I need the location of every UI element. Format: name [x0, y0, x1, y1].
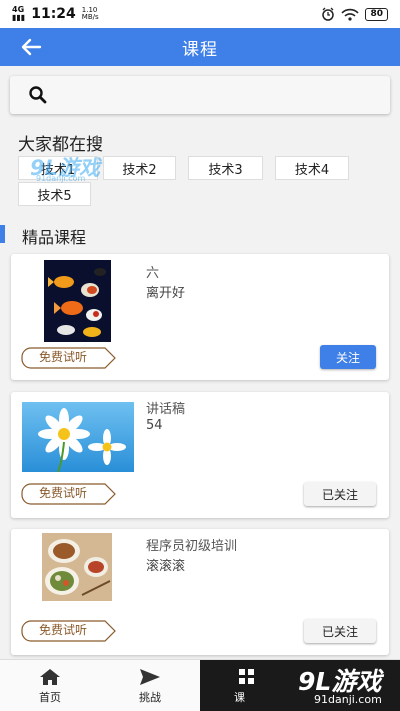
course-subtitle: 滚滚滚: [146, 559, 186, 574]
back-arrow-icon[interactable]: [18, 34, 44, 60]
search-tag[interactable]: 技术3: [188, 156, 263, 180]
nav-item-home[interactable]: 首页: [0, 660, 100, 711]
grid-icon: [239, 668, 254, 684]
signal-indicator: 4G ▮▮▮: [12, 5, 26, 22]
free-trial-label: 免费试听: [38, 623, 87, 637]
battery-indicator: 80: [365, 7, 388, 21]
home-icon: [40, 668, 60, 685]
watermark-logo: 9L游戏 91danji.com: [30, 156, 100, 183]
search-tag[interactable]: 技术4: [275, 156, 349, 180]
status-bar: 4G ▮▮▮ 11:24 1.10 MB/s 80: [0, 0, 400, 28]
free-trial-badge[interactable]: 免费试听: [21, 347, 117, 369]
followed-button[interactable]: 已关注: [304, 619, 376, 643]
search-icon[interactable]: [28, 85, 48, 105]
network-speed: 1.10 MB/s: [81, 6, 99, 21]
free-trial-label: 免费试听: [38, 486, 87, 500]
status-time: 11:24: [31, 6, 76, 22]
send-icon: [140, 668, 160, 685]
nav-label: 挑战: [139, 690, 161, 704]
food-image: [42, 533, 112, 601]
followed-button[interactable]: 已关注: [304, 482, 376, 506]
free-trial-label: 免费试听: [38, 350, 87, 364]
wifi-icon: [341, 8, 360, 21]
nav-label: 课: [234, 690, 245, 704]
nav-item-challenge[interactable]: 挑战: [100, 660, 200, 711]
search-input[interactable]: [58, 87, 358, 103]
section-title: 精品课程: [22, 228, 87, 247]
daisy-image: [22, 402, 134, 472]
search-bar[interactable]: [10, 76, 390, 114]
search-tag[interactable]: 技术5: [18, 182, 91, 206]
section-accent: [0, 225, 5, 243]
free-trial-badge[interactable]: 免费试听: [21, 620, 117, 642]
course-title: 六: [146, 266, 160, 281]
course-title: 讲话稿: [146, 402, 186, 417]
goldfish-image: [44, 260, 111, 342]
page-title: 课程: [182, 39, 218, 60]
watermark-brand: 9L游戏 91danji.com: [298, 667, 382, 706]
alarm-icon: [322, 7, 335, 21]
course-card[interactable]: 讲话稿 54 免费试听 已关注: [11, 392, 389, 518]
free-trial-badge[interactable]: 免费试听: [21, 483, 117, 505]
course-subtitle: 离开好: [146, 286, 186, 301]
course-card[interactable]: 程序员初级培训 滚滚滚 免费试听 已关注: [11, 529, 389, 655]
course-subtitle: 54: [146, 418, 163, 433]
follow-button[interactable]: 关注: [320, 345, 376, 369]
app-bar: 课程: [0, 28, 400, 66]
nav-label: 首页: [39, 690, 61, 704]
course-title: 程序员初级培训: [146, 539, 238, 554]
course-card[interactable]: 六 离开好 免费试听 关注: [11, 254, 389, 380]
